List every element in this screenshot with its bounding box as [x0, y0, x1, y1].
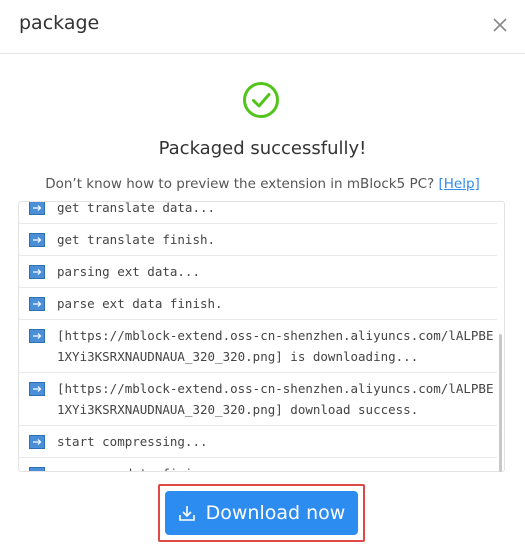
- log-entry-text: parse ext data finish.: [57, 296, 223, 311]
- success-headline: Packaged successfully!: [158, 138, 367, 159]
- log-list: get translate data... get translate finis…: [19, 201, 497, 471]
- arrow-right-icon: [29, 329, 45, 343]
- dialog-title: package: [19, 12, 100, 34]
- preview-hint: Don’t know how to preview the extension …: [0, 176, 525, 192]
- log-scrollbar-thumb[interactable]: [499, 334, 502, 472]
- log-entry-text: get translate finish.: [57, 232, 216, 247]
- close-icon[interactable]: [487, 12, 513, 38]
- preview-hint-text: Don’t know how to preview the extension …: [45, 176, 435, 192]
- check-circle-icon: [242, 81, 280, 119]
- log-entry-text: [https://mblock-extend.oss-cn-shenzhen.a…: [57, 381, 494, 417]
- arrow-right-icon: [29, 382, 45, 396]
- arrow-right-icon: [29, 435, 45, 449]
- log-entry: parsing ext data...: [19, 256, 497, 288]
- log-entry: get translate finish.: [19, 224, 497, 256]
- log-entry-text: [https://mblock-extend.oss-cn-shenzhen.a…: [57, 328, 494, 364]
- log-entry-text: compress data finisn.: [57, 463, 497, 471]
- arrow-right-icon: [29, 297, 45, 311]
- download-now-label: Download now: [205, 502, 346, 524]
- log-entry-text: start compressing...: [57, 434, 208, 449]
- dialog-header: package: [0, 0, 525, 54]
- download-now-button[interactable]: Download now: [165, 491, 358, 535]
- download-icon: [178, 506, 195, 521]
- log-entry-text: get translate data...: [57, 201, 216, 215]
- log-entry: parse ext data finish.: [19, 288, 497, 320]
- arrow-right-icon: [29, 202, 45, 215]
- log-entry-text: parsing ext data...: [57, 264, 200, 279]
- log-panel[interactable]: get translate data... get translate finis…: [18, 201, 505, 472]
- arrow-right-icon: [29, 467, 45, 471]
- log-entry: get translate data...: [19, 201, 497, 224]
- arrow-right-icon: [29, 233, 45, 247]
- arrow-right-icon: [29, 265, 45, 279]
- help-link[interactable]: [Help]: [438, 176, 479, 192]
- log-entry: [https://mblock-extend.oss-cn-shenzhen.a…: [19, 373, 497, 426]
- log-entry: compress data finisn.: [19, 458, 497, 471]
- log-entry: [https://mblock-extend.oss-cn-shenzhen.a…: [19, 320, 497, 373]
- log-entry: start compressing...: [19, 426, 497, 458]
